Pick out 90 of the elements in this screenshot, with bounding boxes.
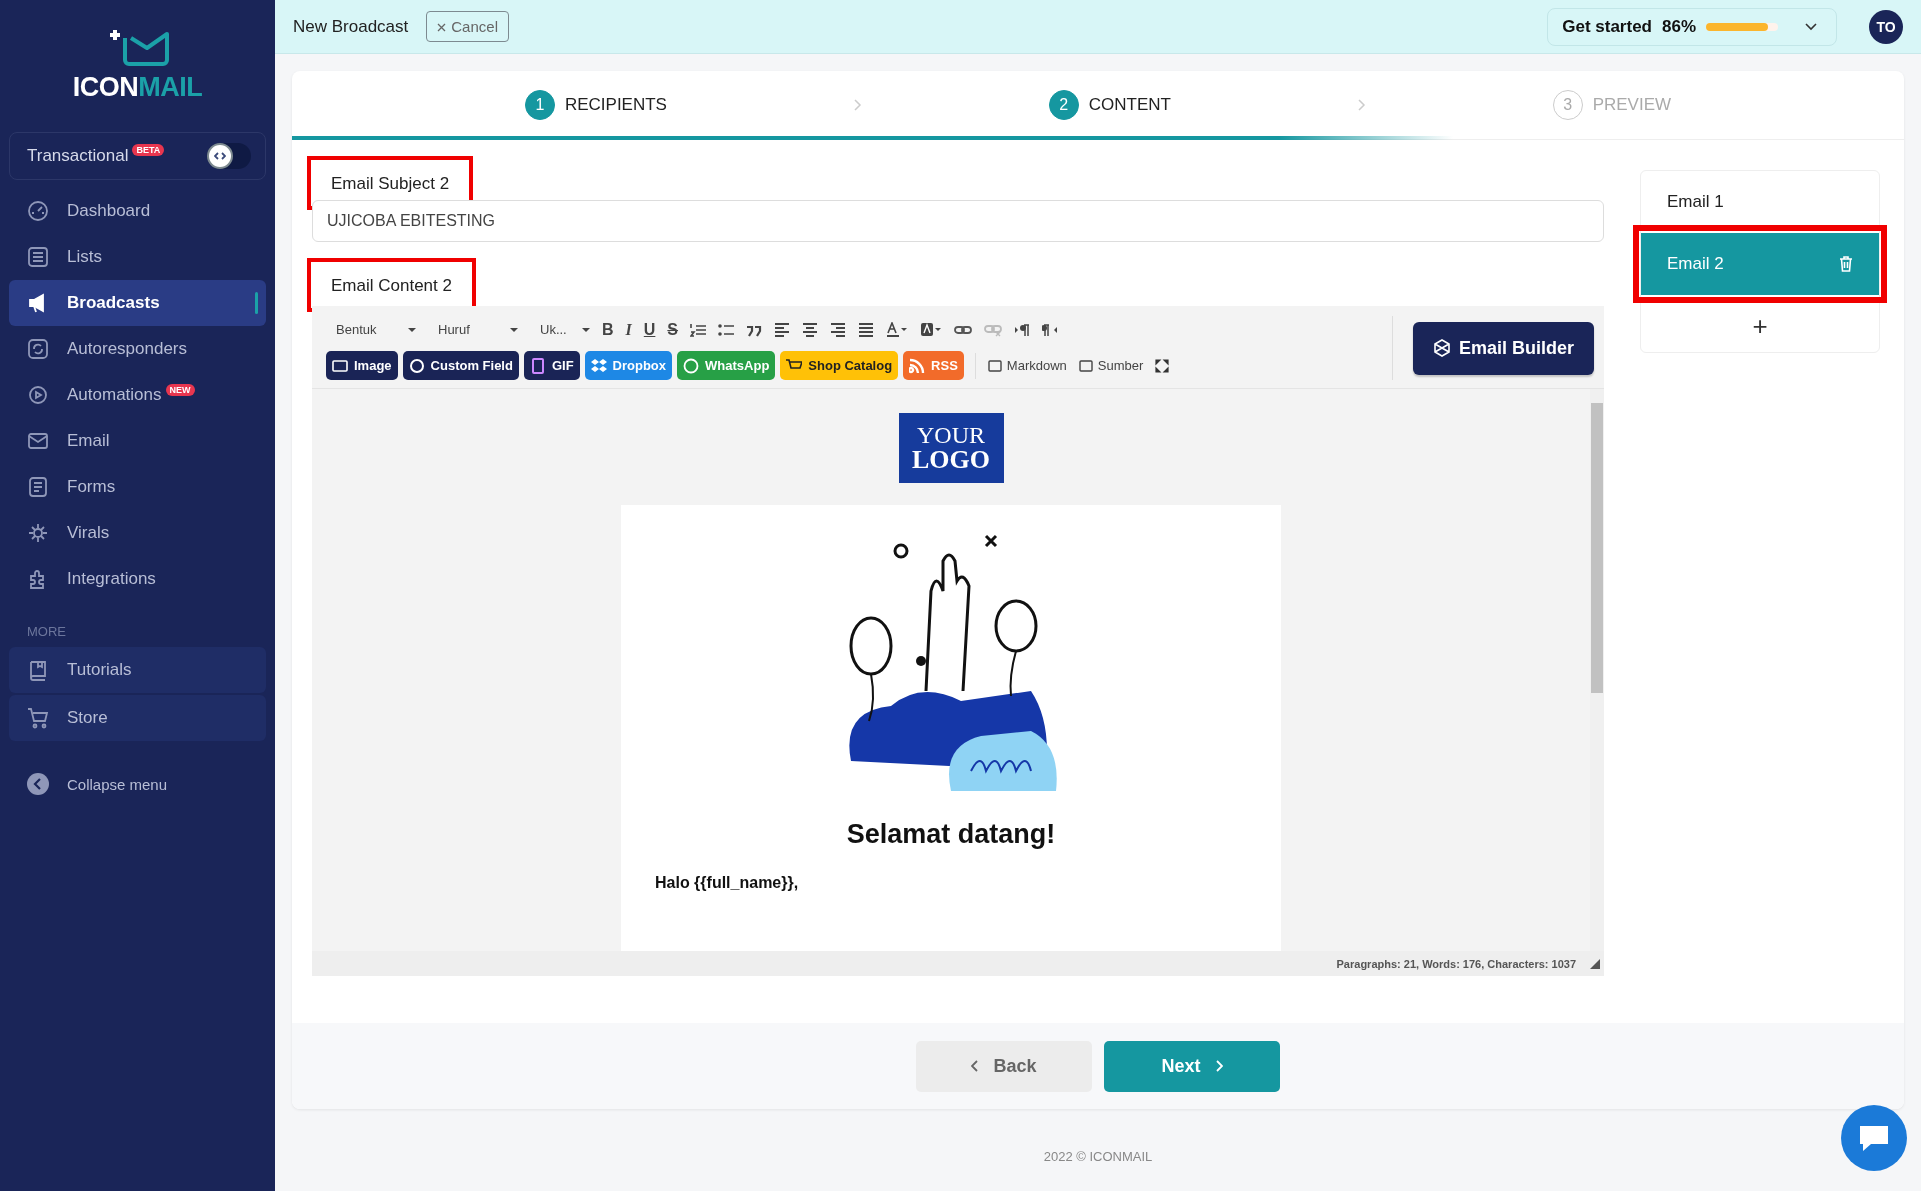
chevron-right-icon xyxy=(1356,98,1367,112)
transactional-toggle[interactable] xyxy=(207,143,251,169)
email-heading: Selamat datang! xyxy=(846,819,1056,850)
insert-button[interactable]: GIF xyxy=(523,351,580,380)
new-badge: NEW xyxy=(165,384,195,396)
sidebar-item[interactable]: Email xyxy=(9,418,266,464)
form-icon xyxy=(27,476,49,498)
align-icon[interactable] xyxy=(830,322,847,337)
section-label: MORE xyxy=(26,623,67,641)
sidebar-item[interactable]: Lists xyxy=(9,234,266,280)
insert-button[interactable]: Image xyxy=(326,351,398,380)
button-icon xyxy=(1078,359,1093,372)
button-icon xyxy=(987,359,1002,372)
rtl-icon[interactable] xyxy=(1042,322,1059,337)
list-icon xyxy=(27,246,49,268)
format-button[interactable]: U xyxy=(643,320,656,339)
cancel-button[interactable]: Cancel xyxy=(426,11,509,42)
footer-text: 2022 © ICONMAIL xyxy=(1042,1149,1154,1164)
mail-icon xyxy=(27,430,49,452)
subject-field[interactable]: UJICOBA EBITESTING xyxy=(312,200,1604,242)
sidebar-item[interactable]: Broadcasts xyxy=(9,280,266,326)
toolbar-button[interactable]: Sumber xyxy=(1078,358,1144,373)
sidebar-item[interactable]: Forms xyxy=(9,464,266,510)
chat-icon xyxy=(1857,1123,1891,1153)
format-button[interactable]: I xyxy=(625,320,632,339)
dashboard-icon xyxy=(27,200,49,222)
step-tab[interactable]: 1 RECIPIENTS xyxy=(524,90,667,120)
next-button[interactable]: Next xyxy=(1104,1040,1280,1092)
logo-text: YOUR xyxy=(917,423,985,447)
sidebar-item[interactable]: Automations NEW xyxy=(9,372,266,418)
refresh-icon xyxy=(27,338,49,360)
format-button[interactable]: S xyxy=(667,320,679,339)
toolbar-button[interactable]: Markdown xyxy=(987,358,1067,373)
button-icon xyxy=(590,357,607,374)
word-count: Paragraphs: 21, Words: 176, Characters: 1037 xyxy=(1336,957,1576,970)
back-button[interactable]: Back xyxy=(916,1040,1092,1092)
get-started-dropdown[interactable]: Get started 86% xyxy=(1547,7,1837,46)
chevron-left-icon xyxy=(971,1060,980,1072)
button-icon xyxy=(408,357,425,374)
add-email-button[interactable]: + xyxy=(1641,295,1879,342)
bullet-list-icon[interactable] xyxy=(718,322,735,337)
ltr-icon[interactable] xyxy=(1014,322,1031,337)
align-icon[interactable] xyxy=(858,322,875,337)
chevron-left-icon xyxy=(27,773,49,795)
highlight-color-icon[interactable] xyxy=(920,321,943,338)
numbered-list-icon[interactable] xyxy=(690,322,707,337)
button-icon xyxy=(683,357,700,374)
sidebar-item[interactable]: Integrations xyxy=(9,556,266,602)
logo-text: LOGO xyxy=(912,447,990,473)
sidebar-item[interactable]: Tutorials xyxy=(9,647,266,693)
email-tab[interactable]: Email 1 xyxy=(1641,171,1879,233)
align-icon[interactable] xyxy=(774,322,791,337)
code-icon xyxy=(214,152,226,160)
toolbar-dropdown[interactable]: Bentuk xyxy=(326,316,416,343)
button-icon xyxy=(909,357,926,374)
beta-badge: BETA xyxy=(132,144,165,156)
button-icon xyxy=(529,357,546,374)
transactional-label: Transactional xyxy=(27,146,129,166)
sidebar-item[interactable]: Dashboard xyxy=(9,188,266,234)
sidebar-item[interactable]: Store xyxy=(9,695,266,741)
close-icon xyxy=(437,23,447,32)
cart-icon xyxy=(27,707,49,729)
trash-icon[interactable] xyxy=(1839,256,1853,272)
format-button[interactable]: B xyxy=(602,320,614,339)
toolbar-dropdown[interactable]: Uk... xyxy=(530,316,590,343)
button-icon xyxy=(332,357,348,374)
resize-handle[interactable] xyxy=(1590,958,1600,969)
text-color-icon[interactable] xyxy=(886,321,909,338)
chevron-right-icon xyxy=(1214,1060,1223,1072)
book-icon xyxy=(27,659,49,681)
cube-icon xyxy=(1432,339,1451,357)
user-avatar[interactable]: TO xyxy=(1869,9,1903,44)
fullscreen-icon[interactable] xyxy=(1155,358,1170,373)
step-tab[interactable]: 2 CONTENT xyxy=(1048,90,1171,120)
chevron-down-icon xyxy=(1804,21,1818,32)
insert-button[interactable]: Dropbox xyxy=(584,351,673,380)
email-greeting: Halo {{full_name}}, xyxy=(654,874,799,892)
page-title: New Broadcast xyxy=(293,16,409,37)
collapse-menu-button[interactable]: Collapse menu xyxy=(9,773,266,795)
link-icon[interactable] xyxy=(954,323,973,336)
logo-text: ICONMAIL xyxy=(72,72,203,103)
envelope-logo-icon xyxy=(108,28,171,68)
chevron-right-icon xyxy=(852,98,863,112)
sidebar-item[interactable]: Autoresponders xyxy=(9,326,266,372)
align-icon[interactable] xyxy=(802,322,819,337)
email-builder-button[interactable]: Email Builder xyxy=(1412,321,1594,375)
toolbar-dropdown[interactable]: Huruf xyxy=(428,316,518,343)
insert-button[interactable]: Custom Field xyxy=(402,351,519,380)
insert-button[interactable]: Shop Catalog xyxy=(780,351,899,380)
sidebar-item[interactable]: Virals xyxy=(9,510,266,556)
